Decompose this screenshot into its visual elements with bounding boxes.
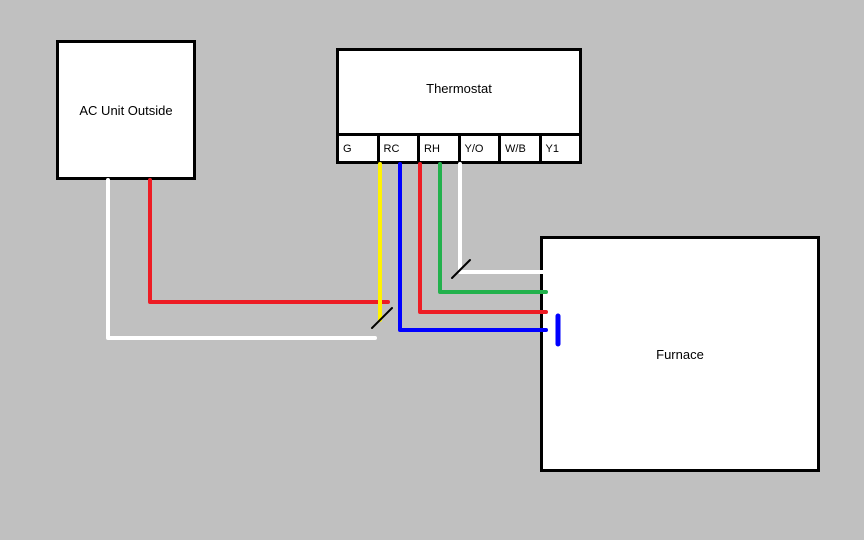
wire-f-cut-ylw	[372, 308, 392, 328]
thermostat-label: Thermostat	[339, 81, 579, 96]
thermostat-box: Thermostat G RC RH Y/O W/B Y1	[336, 48, 582, 164]
wire-ac-red	[150, 180, 388, 302]
thermostat-terminals: G RC RH Y/O W/B Y1	[339, 133, 579, 161]
ac-unit-box: AC Unit Outside	[56, 40, 196, 180]
terminal-y1: Y1	[542, 133, 580, 161]
furnace-label: Furnace	[656, 347, 704, 362]
ac-unit-label: AC Unit Outside	[79, 103, 172, 118]
terminal-wb: W/B	[501, 133, 542, 161]
wire-ac-white	[108, 180, 375, 338]
wire-f-cut-wht	[452, 260, 470, 278]
wire-t-green	[440, 164, 546, 292]
wire-t-blue	[400, 164, 546, 330]
terminal-yo: Y/O	[461, 133, 502, 161]
terminal-rh: RH	[420, 133, 461, 161]
wire-t-white	[460, 164, 546, 272]
terminal-rc: RC	[380, 133, 421, 161]
furnace-box: Furnace	[540, 236, 820, 472]
terminal-g: G	[339, 133, 380, 161]
wire-t-red	[420, 164, 546, 312]
